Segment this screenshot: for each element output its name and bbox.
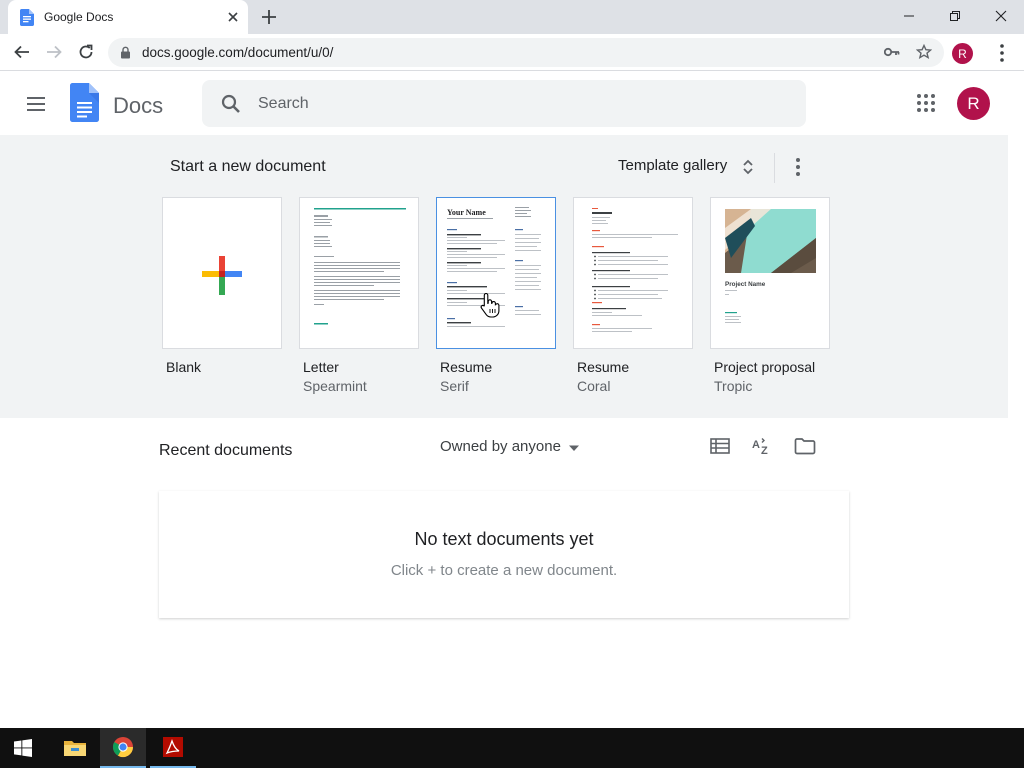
template-style: Tropic	[714, 378, 753, 394]
address-bar[interactable]: docs.google.com/document/u/0/	[108, 38, 944, 67]
browser-toolbar: docs.google.com/document/u/0/	[0, 34, 1024, 71]
browser-profile-avatar[interactable]: R	[952, 43, 973, 64]
bookmark-star-icon[interactable]	[916, 44, 932, 60]
forward-button[interactable]	[41, 39, 67, 65]
browser-tab[interactable]: Google Docs	[8, 0, 248, 34]
search-box[interactable]	[202, 80, 806, 127]
template-name: Letter	[303, 359, 339, 375]
template-name: Resume	[440, 359, 493, 375]
taskbar-chrome[interactable]	[100, 728, 146, 768]
search-input[interactable]	[258, 92, 778, 116]
windows-taskbar	[0, 728, 1024, 768]
docs-header: Docs R	[0, 72, 1024, 135]
template-resume-serif[interactable]: Your Name	[436, 197, 556, 349]
minimize-icon	[904, 15, 914, 17]
back-button[interactable]	[9, 39, 35, 65]
docs-favicon-icon	[20, 9, 34, 26]
file-explorer-icon	[64, 741, 86, 756]
folder-icon[interactable]	[794, 437, 816, 455]
proposal-thumbnail: Project Name	[725, 209, 816, 323]
empty-state-title: No text documents yet	[414, 529, 594, 549]
resume-serif-thumbnail: Your Name	[447, 207, 541, 327]
restore-icon	[950, 11, 960, 21]
empty-state-card: No text documents yet Click + to create …	[159, 491, 849, 618]
hand-cursor-icon	[480, 292, 500, 318]
restore-button[interactable]	[932, 0, 978, 32]
template-section: Start a new document Template gallery Bl…	[0, 135, 1008, 418]
divider	[774, 153, 775, 183]
taskbar-file-explorer[interactable]	[52, 728, 98, 768]
start-new-document-title: Start a new document	[170, 158, 326, 175]
browser-menu-icon[interactable]	[994, 42, 1010, 64]
windows-logo-icon	[14, 739, 32, 757]
sort-az-icon[interactable]: A Z	[751, 437, 773, 455]
letter-thumbnail	[314, 208, 406, 325]
scrollbar-track[interactable]	[1008, 135, 1024, 728]
app-name[interactable]: Docs	[113, 93, 163, 119]
key-icon[interactable]	[884, 45, 900, 59]
template-blank[interactable]	[162, 197, 282, 349]
plus-icon	[202, 256, 242, 295]
reload-icon	[79, 44, 93, 59]
template-gallery-button[interactable]: Template gallery	[618, 157, 727, 174]
resume-heading: Your Name	[447, 208, 486, 217]
close-tab-icon[interactable]	[224, 8, 242, 26]
template-name: Resume	[577, 359, 630, 375]
owner-filter-dropdown[interactable]: Owned by anyone	[440, 438, 561, 455]
chrome-icon	[112, 737, 134, 758]
reload-button[interactable]	[73, 39, 99, 65]
new-tab-icon[interactable]	[258, 6, 280, 28]
arrow-forward-icon	[47, 45, 62, 59]
main-menu-icon[interactable]	[24, 94, 48, 114]
svg-text:A: A	[752, 439, 760, 451]
template-style: Coral	[577, 378, 611, 394]
template-style: Spearmint	[303, 378, 367, 394]
url-text: docs.google.com/document/u/0/	[142, 45, 334, 60]
arrow-back-icon	[14, 45, 29, 59]
recent-documents-title: Recent documents	[159, 442, 293, 459]
template-name: Blank	[166, 359, 202, 375]
svg-text:Z: Z	[761, 445, 768, 455]
unfold-icon[interactable]	[742, 158, 754, 176]
account-avatar[interactable]: R	[957, 87, 990, 120]
caret-down-icon[interactable]	[568, 444, 580, 452]
docs-logo-icon[interactable]	[70, 83, 99, 122]
template-name: Project proposal	[714, 359, 816, 375]
template-letter-spearmint[interactable]	[299, 197, 419, 349]
search-icon[interactable]	[220, 93, 242, 115]
close-window-button[interactable]	[978, 0, 1024, 32]
empty-state-subtitle: Click + to create a new document.	[390, 562, 618, 579]
list-view-icon[interactable]	[710, 437, 730, 455]
lock-icon	[121, 46, 130, 59]
minimize-button[interactable]	[886, 0, 932, 32]
close-window-icon	[995, 10, 1007, 22]
template-more-icon[interactable]	[794, 157, 802, 177]
template-style: Serif	[440, 378, 469, 394]
taskbar-acrobat[interactable]	[150, 728, 196, 768]
template-project-proposal-tropic[interactable]: Project Name	[710, 197, 830, 349]
browser-tab-strip: Google Docs	[0, 0, 1024, 34]
google-apps-icon[interactable]	[916, 93, 936, 113]
template-resume-coral[interactable]	[573, 197, 693, 349]
tab-title: Google Docs	[44, 10, 114, 24]
acrobat-icon	[163, 737, 183, 757]
proposal-heading: Project Name	[725, 281, 766, 288]
resume-coral-thumbnail	[592, 208, 678, 332]
start-button[interactable]	[0, 728, 46, 768]
